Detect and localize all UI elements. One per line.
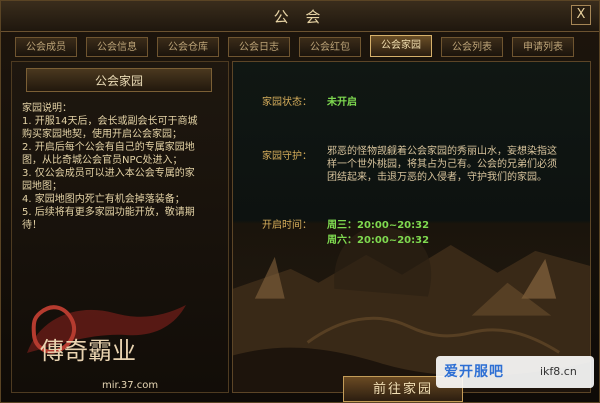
note-line: 园地图； [22, 181, 62, 192]
tab-bar: 公会成员 公会信息 公会仓库 公会日志 公会红包 公会家园 公会列表 申请列表 [15, 35, 593, 59]
guild-window: 公 会 X 公会成员 公会信息 公会仓库 公会日志 公会红包 公会家园 公会列表… [0, 0, 600, 403]
status-value: 未开启 [327, 97, 357, 108]
game-logo: 傳奇霸业 [27, 305, 186, 365]
note-line: 家园说明： [22, 103, 72, 114]
guard-label: 家园守护： [262, 151, 312, 162]
logo-url: mir.37.com [102, 380, 159, 391]
title-bar: 公 会 X [1, 1, 599, 32]
tab-guild-info[interactable]: 公会信息 [86, 37, 148, 57]
note-line: 图，从比奇城公会官员NPC处进入； [22, 155, 183, 166]
watermark-brand: 爱开服吧 [444, 364, 504, 380]
left-panel-header: 公会家园 [26, 68, 212, 92]
right-panel: 家园状态： 未开启 家园守护： 邪恶的怪物觊觎着公会家园的秀丽山水，妄想染指这 … [232, 61, 591, 393]
home-notes: 家园说明： 1. 开服14天后，会长或副会长可于商城 购买家园地契，使用开启公会… [22, 102, 222, 232]
left-panel: 公会家园 家园说明： 1. 开服14天后，会长或副会长可于商城 购买家园地契，使… [11, 61, 229, 393]
site-watermark: 爱开服吧 ikf8.cn [436, 356, 594, 388]
open-time-2: 周六：20:00~20:32 [327, 235, 430, 246]
note-line: 1. 开服14天后，会长或副会长可于商城 [22, 116, 198, 127]
note-line: 待！ [22, 220, 42, 231]
tab-guild-members[interactable]: 公会成员 [15, 37, 77, 57]
guard-description: 邪恶的怪物觊觎着公会家园的秀丽山水，妄想染指这 样一个世外桃园，将其占为己有。公… [327, 145, 562, 184]
note-line: 2. 开启后每个公会有自己的专属家园地 [22, 142, 195, 153]
tab-guild-home[interactable]: 公会家园 [370, 35, 432, 57]
status-label: 家园状态： [262, 97, 312, 108]
note-line: 购买家园地契，使用开启公会家园； [22, 129, 182, 140]
open-time-label: 开启时间： [262, 220, 312, 231]
note-line: 5. 后续将有更多家园功能开放，敬请期 [22, 207, 195, 218]
note-line: 4. 家园地图内死亡有机会掉落装备； [22, 194, 185, 205]
tab-application-list[interactable]: 申请列表 [512, 37, 574, 57]
watermark-domain: ikf8.cn [540, 365, 577, 378]
guard-line: 团结起来，击退万恶的入侵者，守护我们的家园。 [327, 172, 547, 183]
note-line: 3. 仅公会成员可以进入本公会专属的家 [22, 168, 195, 179]
guard-line: 邪恶的怪物觊觎着公会家园的秀丽山水，妄想染指这 [327, 146, 557, 157]
guard-line: 样一个世外桃园，将其占为己有。公会的兄弟们必须 [327, 159, 557, 170]
tab-guild-red-packet[interactable]: 公会红包 [299, 37, 361, 57]
tab-guild-list[interactable]: 公会列表 [441, 37, 503, 57]
logo-text: 傳奇霸业 [40, 337, 136, 365]
tab-guild-log[interactable]: 公会日志 [228, 37, 290, 57]
close-button[interactable]: X [571, 5, 591, 25]
window-title: 公 会 [273, 8, 327, 26]
tab-guild-warehouse[interactable]: 公会仓库 [157, 37, 219, 57]
open-time-1: 周三：20:00~20:32 [327, 220, 430, 231]
